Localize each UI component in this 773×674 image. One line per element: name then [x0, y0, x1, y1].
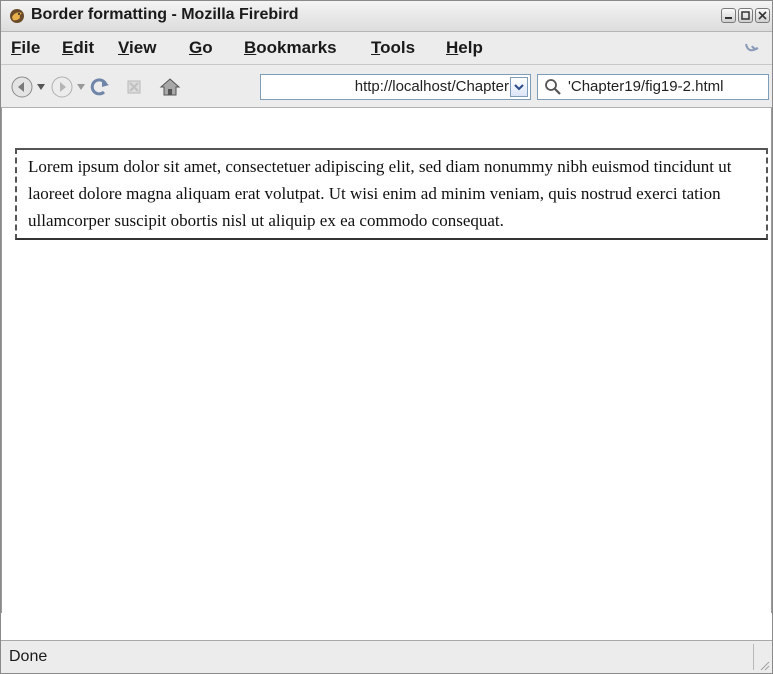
close-button[interactable] — [755, 8, 770, 23]
status-text: Done — [9, 648, 48, 665]
bordered-paragraph: Lorem ipsum dolor sit amet, consectetuer… — [15, 148, 768, 240]
menu-edit-accel: E — [62, 38, 74, 57]
menu-view[interactable]: View — [118, 38, 156, 58]
maximize-button[interactable] — [738, 8, 753, 23]
menu-tools-rest: ools — [380, 38, 416, 57]
resize-grip-icon[interactable] — [758, 659, 770, 671]
throbber-icon — [745, 43, 759, 52]
menu-go-accel: G — [189, 38, 203, 57]
search-field[interactable]: 'Chapter19/fig19-2.html — [537, 74, 769, 100]
minimize-button[interactable] — [721, 8, 736, 23]
maximize-icon — [741, 11, 750, 20]
menu-view-accel: V — [118, 38, 130, 57]
url-dropdown-button[interactable] — [510, 77, 528, 97]
menu-file[interactable]: File — [11, 38, 40, 58]
menu-tools[interactable]: Tools — [371, 38, 415, 58]
stop-icon[interactable] — [123, 76, 145, 98]
home-icon[interactable] — [159, 76, 181, 98]
url-field[interactable]: http://localhost/Chapter — [260, 74, 531, 100]
firebird-logo-icon — [10, 9, 24, 23]
forward-icon[interactable] — [51, 76, 73, 98]
menu-bookmarks[interactable]: Bookmarks — [244, 38, 337, 58]
menu-edit[interactable]: Edit — [62, 38, 94, 58]
reload-icon[interactable] — [89, 76, 111, 98]
menu-bar: File Edit View Go Bookmarks Tools Help — [1, 32, 772, 65]
menu-edit-rest: dit — [73, 38, 95, 57]
page-content[interactable]: Lorem ipsum dolor sit amet, consectetuer… — [1, 108, 772, 613]
chevron-down-icon — [514, 84, 524, 91]
menu-help[interactable]: Help — [446, 38, 483, 58]
menu-go[interactable]: Go — [189, 38, 213, 58]
menu-go-rest: o — [202, 38, 213, 57]
menu-file-accel: F — [11, 38, 22, 57]
menu-file-rest: ile — [21, 38, 41, 57]
window-title: Border formatting - Mozilla Firebird — [31, 6, 299, 23]
search-icon — [545, 79, 561, 95]
menu-bookmarks-accel: B — [244, 38, 257, 57]
forward-dropdown-icon[interactable] — [77, 84, 85, 90]
minimize-icon — [725, 17, 732, 19]
title-bar[interactable]: Border formatting - Mozilla Firebird — [1, 1, 772, 32]
status-bar: Done — [1, 640, 772, 673]
menu-tools-accel: T — [371, 38, 381, 57]
close-icon — [758, 11, 767, 20]
back-icon[interactable] — [11, 76, 33, 98]
status-separator — [753, 644, 754, 670]
menu-view-rest: iew — [129, 38, 157, 57]
menu-help-rest: elp — [458, 38, 483, 57]
navigation-toolbar: http://localhost/Chapter 'Chapter19/fig1… — [1, 65, 772, 108]
browser-window: Border formatting - Mozilla Firebird Fil… — [0, 0, 773, 674]
menu-help-accel: H — [446, 38, 459, 57]
url-value: http://localhost/Chapter — [354, 78, 509, 95]
search-value: 'Chapter19/fig19-2.html — [568, 78, 724, 95]
menu-bookmarks-rest: ookmarks — [256, 38, 337, 57]
window-controls — [721, 8, 770, 23]
back-dropdown-icon[interactable] — [37, 84, 45, 90]
